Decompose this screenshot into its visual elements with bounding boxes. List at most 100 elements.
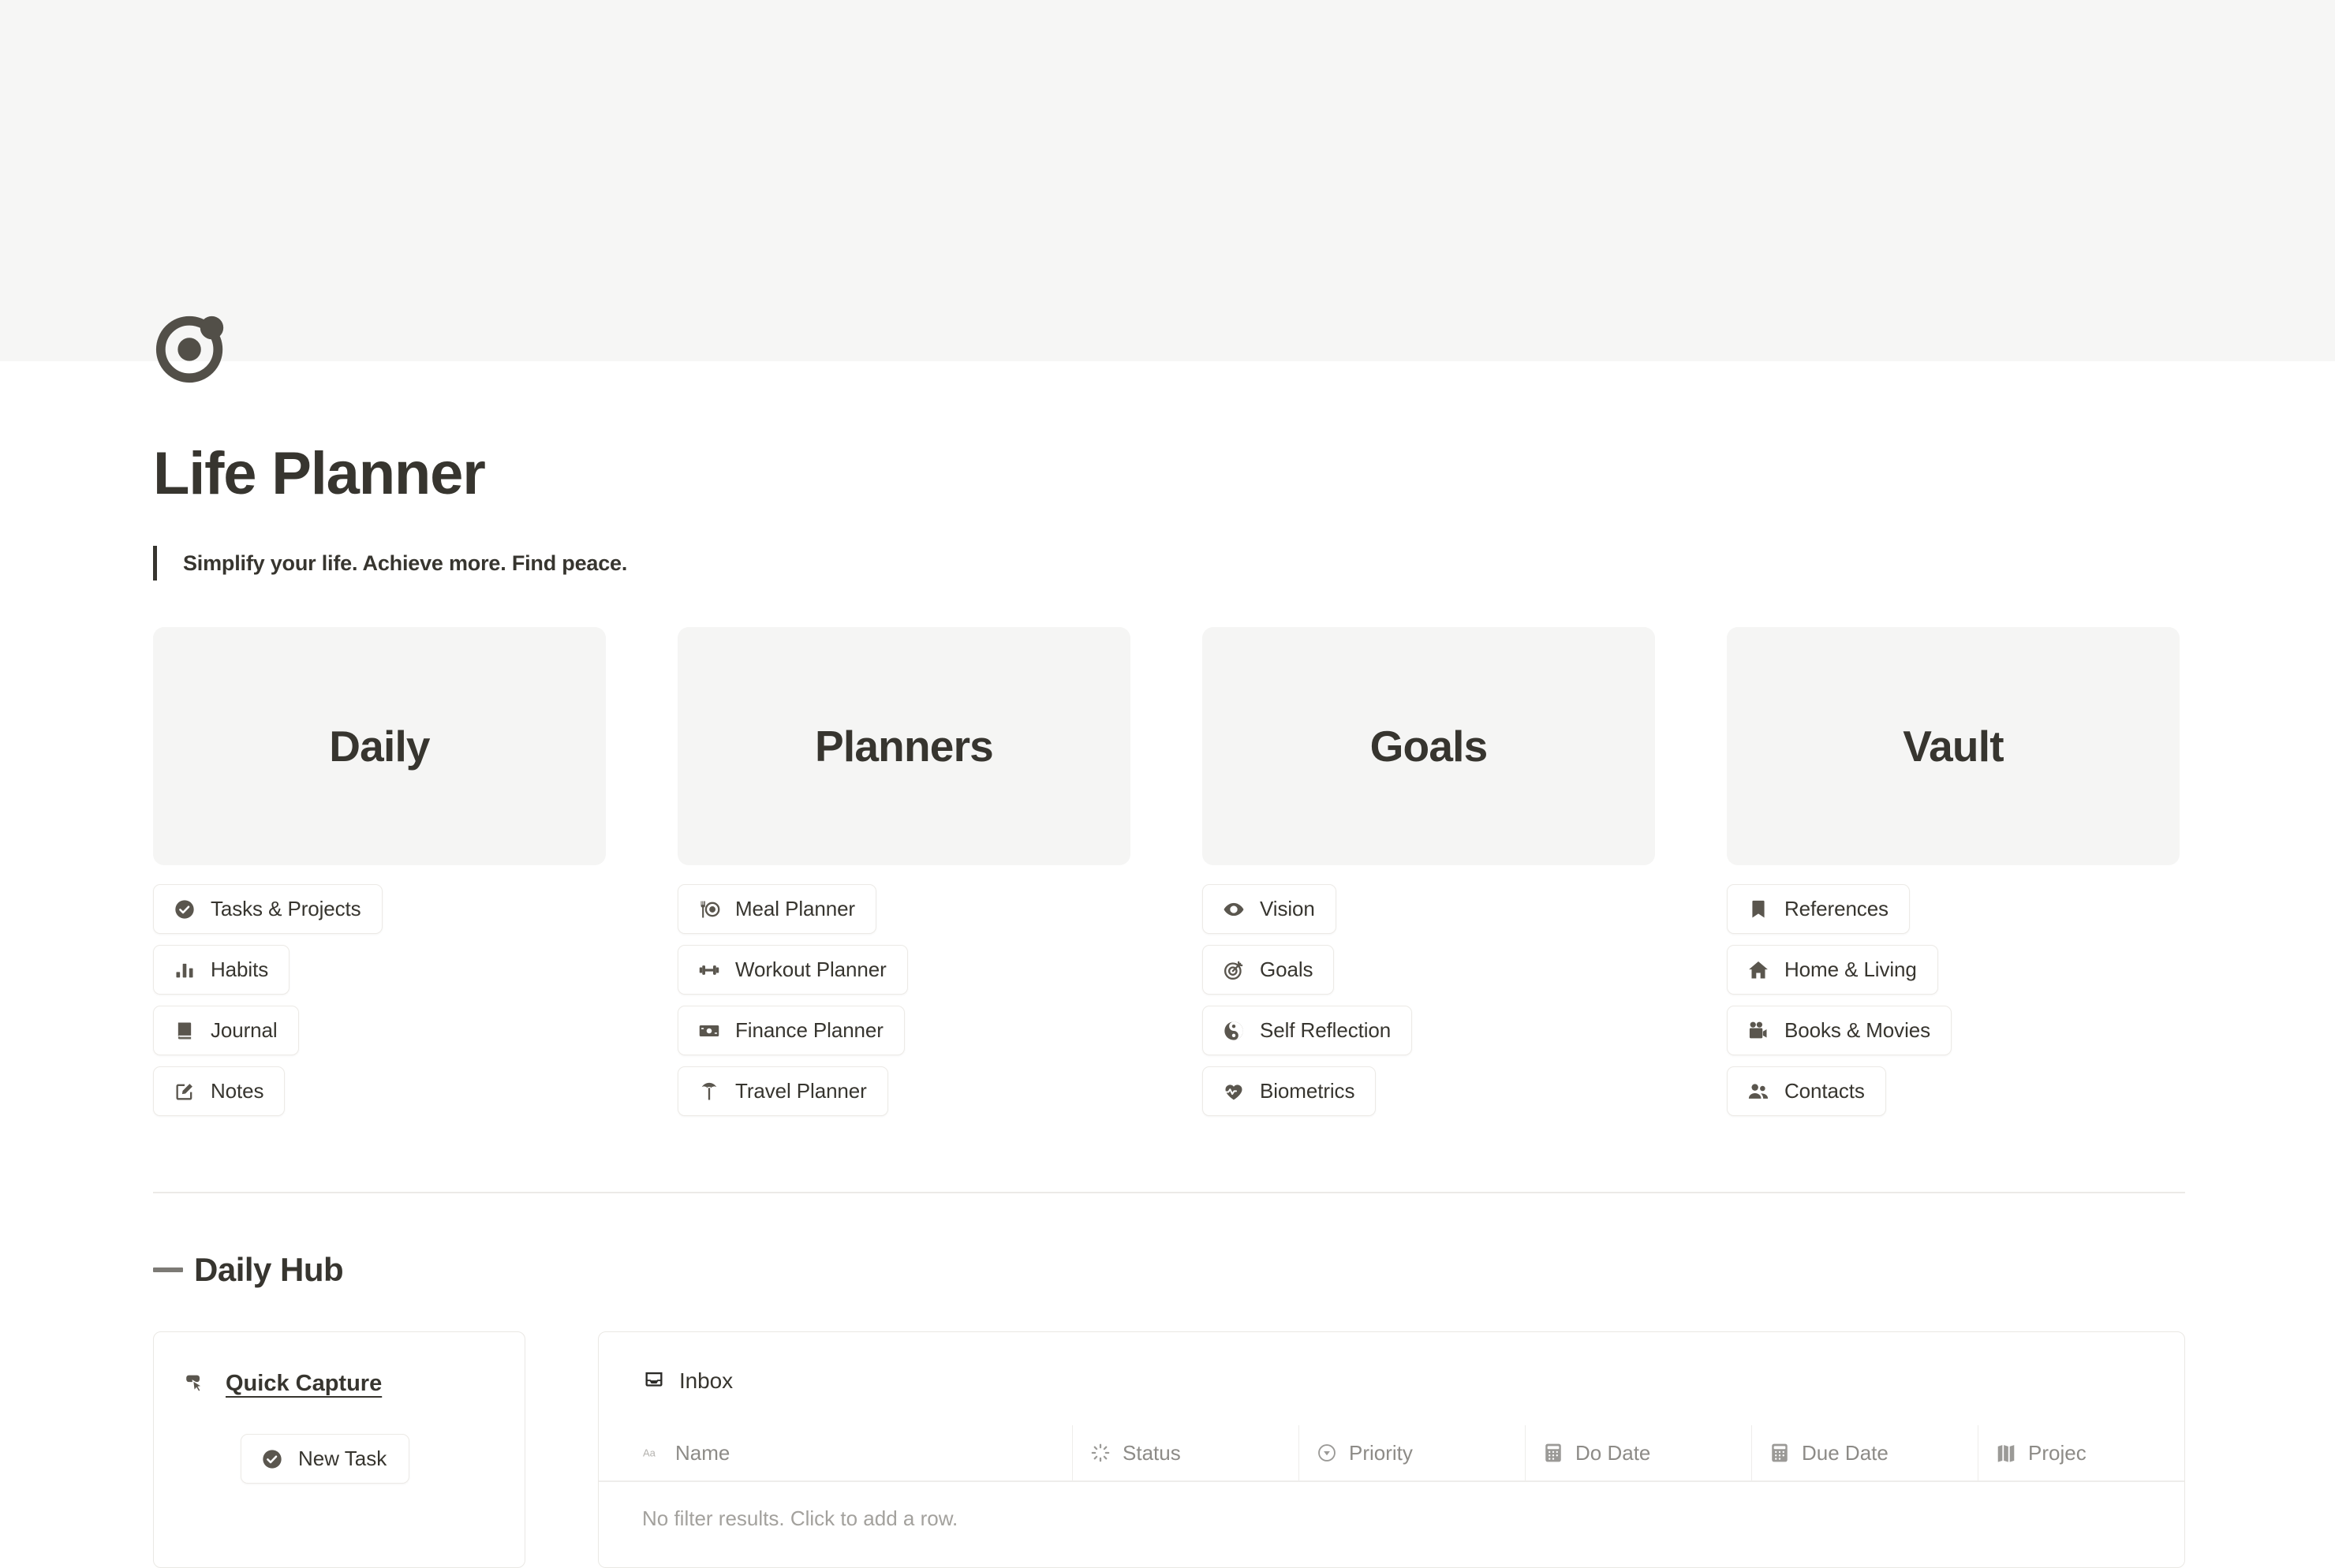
category-column-goals: Goals Vision Goals Self Reflection Biome… — [1202, 627, 1655, 1116]
book-icon — [173, 1019, 196, 1043]
check-circle-icon — [260, 1447, 284, 1471]
link-contacts[interactable]: Contacts — [1727, 1066, 1886, 1116]
eye-icon — [1222, 898, 1246, 921]
heart-pulse-icon — [1222, 1080, 1246, 1103]
section-title: Daily Hub — [194, 1251, 344, 1288]
tagline-quote: Simplify your life. Achieve more. Find p… — [153, 546, 627, 581]
quick-capture-title[interactable]: Quick Capture — [226, 1371, 382, 1397]
dash-icon — [153, 1267, 183, 1272]
select-chevron-icon — [1316, 1442, 1338, 1464]
category-card-daily[interactable]: Daily — [153, 627, 606, 865]
column-header-priority[interactable]: Priority — [1298, 1425, 1525, 1480]
category-links-vault: References Home & Living Books & Movies … — [1727, 884, 2180, 1116]
link-label: Journal — [211, 1018, 278, 1042]
link-workout-planner[interactable]: Workout Planner — [678, 945, 908, 995]
link-label: Contacts — [1784, 1079, 1865, 1103]
column-header-label: Do Date — [1575, 1440, 1651, 1465]
category-links-planners: Meal Planner Workout Planner Finance Pla… — [678, 884, 1130, 1116]
loading-spinner-icon — [1089, 1442, 1111, 1464]
movie-camera-icon — [1747, 1019, 1770, 1043]
daily-hub-row: Quick Capture New Task Inbox Aa Name Sta… — [153, 1331, 2185, 1568]
banknote-icon — [697, 1019, 721, 1043]
link-books-and-movies[interactable]: Books & Movies — [1727, 1006, 1952, 1055]
inbox-empty-message[interactable]: No filter results. Click to add a row. — [599, 1482, 2184, 1531]
category-links-goals: Vision Goals Self Reflection Biometrics — [1202, 884, 1655, 1116]
bar-chart-icon — [173, 958, 196, 982]
target-arrow-icon — [1222, 958, 1246, 982]
column-header-label: Priority — [1349, 1440, 1413, 1465]
quick-capture-header: Quick Capture — [154, 1370, 525, 1397]
new-task-button[interactable]: New Task — [241, 1434, 410, 1484]
quick-capture-card: Quick Capture New Task — [153, 1331, 525, 1568]
link-notes[interactable]: Notes — [153, 1066, 286, 1116]
page-logo — [153, 309, 230, 386]
category-column-planners: Planners Meal Planner Workout Planner Fi… — [678, 627, 1130, 1116]
category-card-planners[interactable]: Planners — [678, 627, 1130, 865]
inbox-header[interactable]: Inbox — [599, 1368, 2184, 1394]
link-label: Tasks & Projects — [211, 897, 361, 920]
inbox-panel: Inbox Aa Name Status Priority Do Date Du… — [598, 1331, 2185, 1568]
new-task-label: New Task — [298, 1447, 387, 1470]
edit-note-icon — [173, 1080, 196, 1103]
category-card-goals[interactable]: Goals — [1202, 627, 1655, 865]
category-columns: Daily Tasks & Projects Habits Journal No… — [153, 627, 2185, 1116]
link-finance-planner[interactable]: Finance Planner — [678, 1006, 905, 1055]
link-habits[interactable]: Habits — [153, 945, 290, 995]
column-header-name[interactable]: Aa Name — [599, 1425, 1072, 1480]
link-label: Finance Planner — [735, 1018, 884, 1042]
link-label: Goals — [1260, 958, 1313, 981]
link-biometrics[interactable]: Biometrics — [1202, 1066, 1377, 1116]
category-column-daily: Daily Tasks & Projects Habits Journal No… — [153, 627, 606, 1116]
link-label: Home & Living — [1784, 958, 1917, 981]
column-header-label: Name — [675, 1440, 730, 1465]
bookmark-icon — [1747, 898, 1770, 921]
category-card-title: Planners — [815, 722, 994, 771]
category-card-vault[interactable]: Vault — [1727, 627, 2180, 865]
yin-yang-icon — [1222, 1019, 1246, 1043]
section-divider — [153, 1192, 2185, 1193]
link-label: Habits — [211, 958, 269, 981]
link-label: Self Reflection — [1260, 1018, 1392, 1042]
link-label: Vision — [1260, 897, 1315, 920]
link-vision[interactable]: Vision — [1202, 884, 1336, 934]
house-icon — [1747, 958, 1770, 982]
link-references[interactable]: References — [1727, 884, 1910, 934]
palm-tree-icon — [697, 1080, 721, 1103]
link-home-and-living[interactable]: Home & Living — [1727, 945, 1938, 995]
category-links-daily: Tasks & Projects Habits Journal Notes — [153, 884, 606, 1116]
link-journal[interactable]: Journal — [153, 1006, 299, 1055]
calendar-icon — [1542, 1442, 1564, 1464]
quick-capture-actions: New Task — [154, 1434, 525, 1484]
column-header-due-date[interactable]: Due Date — [1751, 1425, 1978, 1480]
category-column-vault: Vault References Home & Living Books & M… — [1727, 627, 2180, 1116]
column-header-label: Projec — [2028, 1440, 2087, 1465]
column-header-status[interactable]: Status — [1072, 1425, 1298, 1480]
inbox-title: Inbox — [679, 1368, 733, 1393]
link-label: Books & Movies — [1784, 1018, 1931, 1042]
check-circle-icon — [173, 898, 196, 921]
link-travel-planner[interactable]: Travel Planner — [678, 1066, 888, 1116]
people-icon — [1747, 1080, 1770, 1103]
link-label: Travel Planner — [735, 1079, 867, 1103]
link-label: Workout Planner — [735, 958, 887, 981]
category-card-title: Goals — [1369, 722, 1489, 771]
column-header-label: Due Date — [1802, 1440, 1889, 1465]
column-header-label: Status — [1123, 1440, 1181, 1465]
link-label: Meal Planner — [735, 897, 855, 920]
fork-plate-icon — [697, 898, 721, 921]
daily-hub-heading: Daily Hub — [153, 1251, 344, 1289]
column-header-project[interactable]: Projec — [1978, 1425, 2184, 1480]
inbox-tray-icon — [642, 1369, 666, 1393]
link-meal-planner[interactable]: Meal Planner — [678, 884, 876, 934]
dumbbell-icon — [697, 958, 721, 982]
link-tasks-and-projects[interactable]: Tasks & Projects — [153, 884, 383, 934]
tagline-text: Simplify your life. Achieve more. Find p… — [183, 551, 628, 575]
column-header-do-date[interactable]: Do Date — [1525, 1425, 1751, 1480]
cursor-click-icon — [183, 1370, 210, 1397]
link-self-reflection[interactable]: Self Reflection — [1202, 1006, 1413, 1055]
calendar-icon — [1769, 1442, 1791, 1464]
link-label: Biometrics — [1260, 1079, 1355, 1103]
quote-bar — [153, 546, 157, 581]
link-goals[interactable]: Goals — [1202, 945, 1335, 995]
link-label: References — [1784, 897, 1889, 920]
